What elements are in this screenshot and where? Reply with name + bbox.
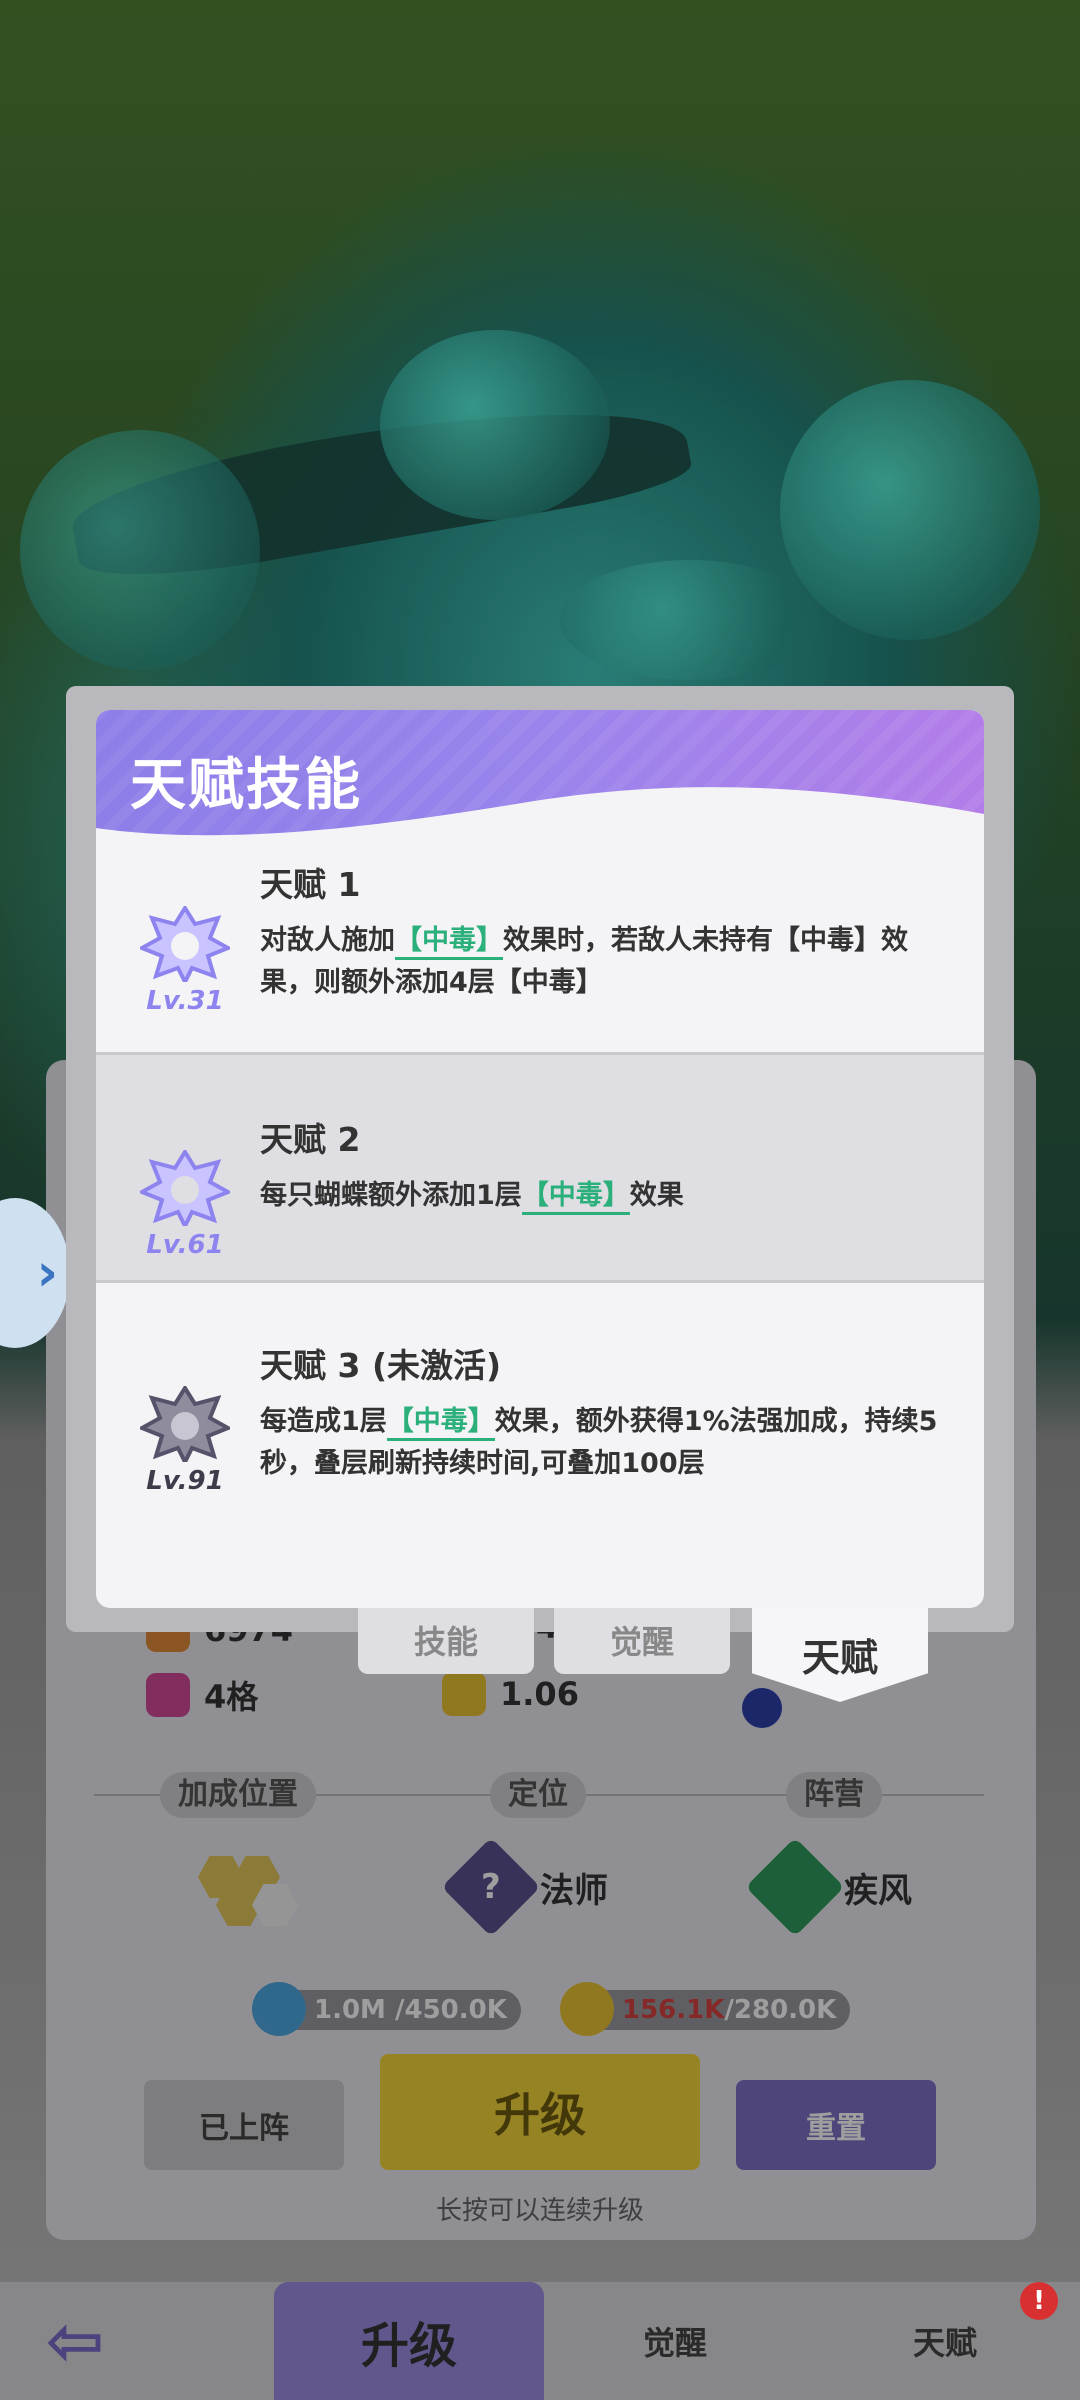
talent-name: 天赋 3 (未激活) — [260, 1346, 502, 1385]
mage-icon: ? — [441, 1837, 541, 1937]
reset-button[interactable]: 重置 — [736, 2080, 936, 2170]
talent-name: 天赋 1 — [260, 865, 361, 904]
talent-name: 天赋 2 — [260, 1120, 361, 1159]
alert-badge: ! — [1020, 2282, 1058, 2320]
subtab-awaken[interactable]: 觉醒 — [554, 1606, 730, 1674]
wind-icon — [745, 1837, 845, 1937]
talent-desc: 每只蝴蝶额外添加1层【中毒】效果 — [260, 1175, 954, 1217]
orb-icon — [742, 1688, 782, 1728]
slots-icon — [146, 1673, 190, 1717]
upgrade-hint: 长按可以连续升级 — [435, 2196, 644, 2226]
subtab-skill[interactable]: 技能 — [358, 1606, 534, 1674]
gold-resource: 156.1K/280.0K — [560, 1982, 851, 2036]
talent-star-icon: Lv.31 — [137, 904, 233, 1016]
faction-label: 阵营 — [786, 1772, 882, 1818]
talent-skill-modal: 天赋技能 天赋 1 对敌人施加【中毒】效果时，若敌人未持有【中毒】效果，则额外添… — [96, 710, 984, 1608]
bonus-position-label: 加成位置 — [160, 1772, 316, 1818]
nav-awaken-tab[interactable]: 觉醒 — [560, 2282, 790, 2400]
talent-star-icon: Lv.61 — [137, 1148, 233, 1260]
talent-desc: 对敌人施加【中毒】效果时，若敌人未持有【中毒】效果，则额外添加4层【中毒】 — [260, 925, 908, 998]
speed-icon — [442, 1672, 486, 1716]
talent-star-icon-locked: Lv.91 — [137, 1384, 233, 1496]
arrow-left-icon[interactable]: ⇦ — [0, 2282, 150, 2400]
role-label: 定位 — [490, 1772, 586, 1818]
deployed-button[interactable]: 已上阵 — [144, 2080, 344, 2170]
water-resource: 1.0M /450.0K — [252, 1982, 521, 2036]
slots-stat: 4格 — [146, 1672, 258, 1718]
nav-upgrade-tab[interactable]: 升级 — [274, 2282, 544, 2400]
modal-title: 天赋技能 — [130, 753, 362, 818]
upgrade-button[interactable]: 升级 — [380, 2054, 700, 2170]
role-tag: ? 法师 — [441, 1837, 608, 1937]
talent-desc: 每造成1层【中毒】效果，额外获得1%法强加成，持续5秒，叠层刷新持续时间,可叠加… — [260, 1406, 938, 1479]
speed-stat: 1.06 — [442, 1672, 579, 1716]
gold-coin-icon — [560, 1982, 614, 2036]
faction-tag: 疾风 — [745, 1837, 912, 1937]
bottom-nav: ⇦ 升级 觉醒 天赋 — [0, 2282, 1080, 2400]
water-drop-icon — [252, 1982, 306, 2036]
